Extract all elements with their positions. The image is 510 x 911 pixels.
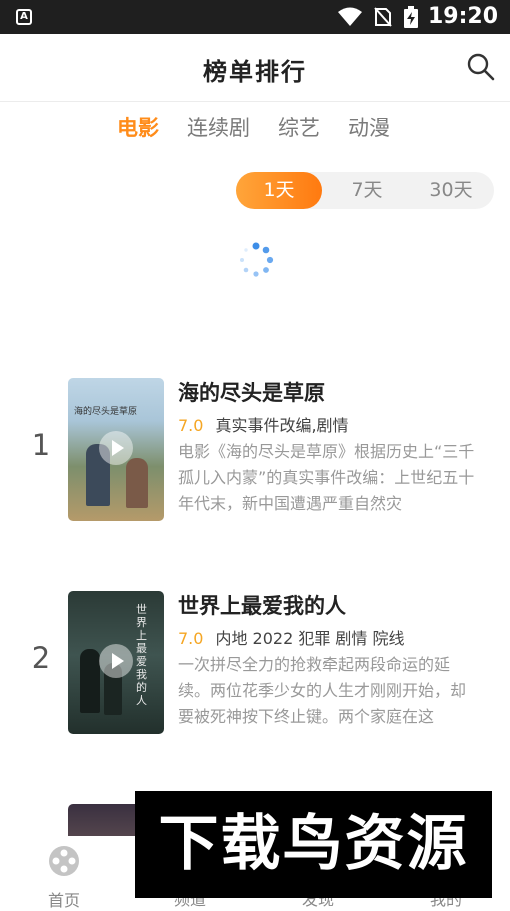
movie-description: 一次拼尽全力的抢救牵起两段命运的延续。两位花季少女的人生才刚刚开始，却要被死神按… bbox=[178, 655, 467, 726]
app-header: 榜单排行 bbox=[0, 34, 510, 102]
nav-home[interactable]: 首页 bbox=[14, 836, 114, 911]
movie-score: 7.0 bbox=[178, 629, 204, 648]
play-icon[interactable] bbox=[99, 644, 133, 678]
tab-tv-series[interactable]: 连续剧 bbox=[187, 112, 250, 142]
range-1-day[interactable]: 1天 bbox=[236, 172, 322, 209]
rank-number: 1 bbox=[31, 428, 51, 462]
ranking-item[interactable]: 2 世界上最爱我的人 世界上最爱我的人 7.0 内地 2022 犯罪 剧情 院线 … bbox=[0, 591, 510, 736]
movie-title[interactable]: 世界上最爱我的人 bbox=[178, 591, 478, 621]
time-range-selector: 1天 7天 30天 bbox=[236, 172, 494, 209]
play-icon[interactable] bbox=[99, 431, 133, 465]
movie-description: 电影《海的尽头是草原》根据历史上“三千孤儿入内蒙”的真实事件改编：上世纪五十年代… bbox=[178, 442, 475, 513]
range-30-days[interactable]: 30天 bbox=[408, 172, 494, 209]
nav-label: 首页 bbox=[47, 891, 80, 910]
movie-tags: 真实事件改编,剧情 bbox=[215, 416, 349, 435]
watermark: 下载鸟资源 bbox=[135, 791, 492, 898]
category-tabs: 电影 连续剧 综艺 动漫 bbox=[117, 112, 390, 142]
movie-title[interactable]: 海的尽头是草原 bbox=[178, 378, 478, 408]
status-time: 19:20 bbox=[427, 4, 498, 29]
page-title: 榜单排行 bbox=[203, 58, 307, 86]
loading-spinner-icon bbox=[240, 242, 274, 277]
movie-tags: 内地 2022 犯罪 剧情 院线 bbox=[215, 629, 405, 648]
ranking-item[interactable]: 1 海的尽头是草原 海的尽头是草原 7.0 真实事件改编,剧情 电影《海的尽头是草… bbox=[0, 378, 510, 523]
battery-charging-icon bbox=[404, 6, 418, 28]
poster-title-text: 世界上最爱我的人 bbox=[136, 603, 147, 707]
tab-movie[interactable]: 电影 bbox=[117, 112, 159, 142]
poster-figure bbox=[80, 649, 100, 713]
tab-anime[interactable]: 动漫 bbox=[348, 112, 390, 142]
film-reel-icon bbox=[49, 846, 79, 876]
rank-number: 2 bbox=[31, 641, 51, 675]
poster-figure bbox=[126, 458, 148, 508]
tab-variety[interactable]: 综艺 bbox=[278, 112, 320, 142]
wifi-icon bbox=[338, 7, 362, 26]
no-sim-icon bbox=[374, 7, 392, 27]
status-bar: A 19:20 bbox=[0, 0, 510, 34]
search-icon[interactable] bbox=[466, 52, 496, 82]
poster-title-text: 海的尽头是草原 bbox=[74, 407, 138, 417]
movie-poster[interactable]: 海的尽头是草原 bbox=[68, 378, 164, 521]
movie-poster[interactable]: 世界上最爱我的人 bbox=[68, 591, 164, 734]
notification-icon: A bbox=[16, 9, 32, 25]
range-7-days[interactable]: 7天 bbox=[324, 172, 410, 209]
movie-score: 7.0 bbox=[178, 416, 204, 435]
